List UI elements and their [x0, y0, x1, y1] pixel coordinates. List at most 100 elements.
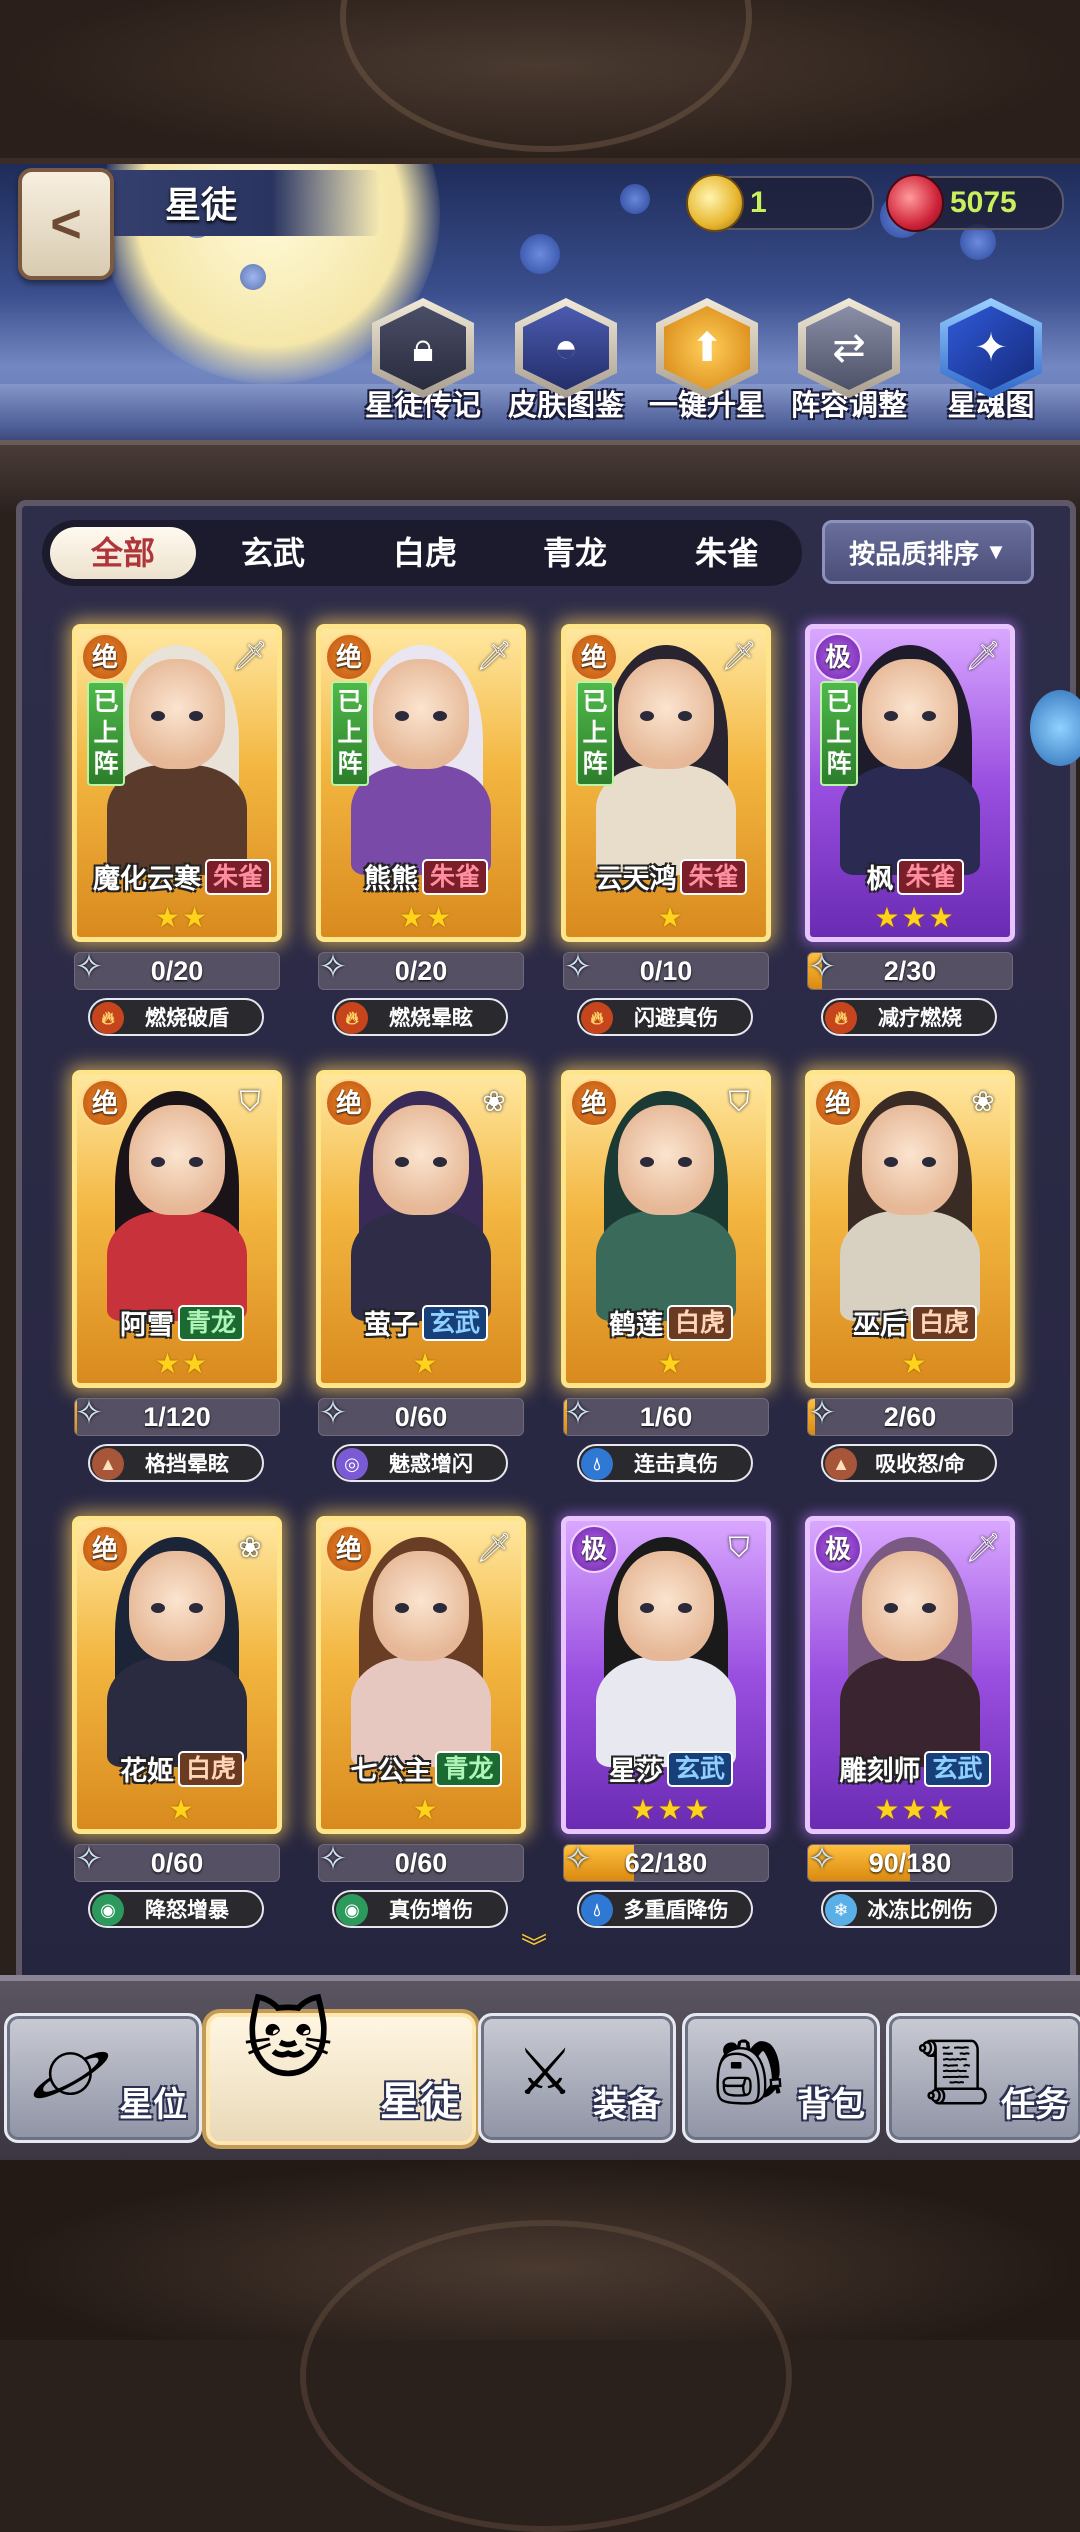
gem-value: 5075 [950, 186, 1017, 219]
hero-portrait [840, 645, 980, 875]
earth-skill-icon: ▲ [92, 1448, 124, 1480]
hero-card-frame: 极 🗡︎ 已 上 阵 枫朱雀 ★★★ [805, 624, 1015, 942]
hero-name: 七公主 [350, 1756, 432, 1786]
hero-name-row: 云天鸿 朱雀 [566, 857, 766, 896]
shard-icon: ✧ [74, 1840, 104, 1878]
star-rating: ★★★ [874, 1794, 956, 1825]
nav-star-position[interactable]: 🪐︎ 星位 [4, 2013, 202, 2143]
star-rating: ★★ [398, 902, 454, 933]
hero-card-frame: 绝 🗡︎ 已 上 阵 魔化云寒 朱雀 ★★ [72, 624, 282, 942]
skill-label: 多重盾降伤 [623, 1899, 729, 1922]
skill-pill[interactable]: ❄ 冰冻比例伤 [821, 1890, 997, 1928]
deployed-tag: 已 上 阵 [87, 681, 125, 786]
hero-name: 鹤莲 [608, 1310, 663, 1340]
skill-pill[interactable]: ◉ 降怒增暴 [88, 1890, 264, 1928]
lotus-icon: ❀ [482, 1086, 506, 1117]
star-rating: ★ [168, 1794, 196, 1825]
skill-label: 格挡晕眩 [145, 1453, 229, 1476]
skill-pill[interactable]: 🔥︎ 燃烧晕眩 [332, 998, 508, 1036]
hero-card-frame: 绝 🗡︎ 已 上 阵 云天鸿 朱雀 ★ [561, 624, 771, 942]
skill-pill[interactable]: ◎ 魅惑增闪 [332, 1444, 508, 1482]
skill-pill[interactable]: 🔥︎ 减疗燃烧 [821, 998, 997, 1036]
skill-pill[interactable]: 💧︎ 连击真伤 [577, 1444, 753, 1482]
scroll-more-icon: ︾ [521, 1932, 548, 1962]
biography-button[interactable]: 🔒︎ 星徒传记 [360, 298, 486, 424]
rank-badge: 绝 [570, 633, 618, 681]
arrow-up-icon: ⬆ [664, 306, 750, 390]
skill-label: 吸收怒/命 [875, 1453, 965, 1476]
fire-skill-icon: 🔥︎ [825, 1002, 857, 1034]
sort-dropdown[interactable]: 按品质排序 ▼ [822, 520, 1034, 584]
hero-portrait [351, 1091, 491, 1321]
rank-badge: 绝 [325, 1525, 373, 1573]
tab-xuanwu[interactable]: 玄武 [200, 527, 346, 579]
coin-counter: 1 [686, 174, 874, 232]
skill-pill[interactable]: ▲ 吸收怒/命 [821, 1444, 997, 1482]
hero-portrait [351, 645, 491, 875]
tab-all[interactable]: 全部 [50, 527, 196, 579]
hero-portrait [596, 645, 736, 875]
deployed-tag: 已 上 阵 [820, 681, 858, 786]
shard-icon: ✧ [318, 1840, 348, 1878]
hero-name-row: 花姬 白虎 [77, 1749, 277, 1788]
tab-baihu[interactable]: 白虎 [352, 527, 498, 579]
top-ornament [0, 0, 1080, 165]
hero-card-frame: 极 🗡︎ 雕刻师 玄武 ★★★ [805, 1516, 1015, 1834]
nav-equipment[interactable]: ⚔︎ 装备 [478, 2013, 676, 2143]
hero-portrait [107, 1091, 247, 1321]
skill-pill[interactable]: ▲ 格挡晕眩 [88, 1444, 264, 1482]
skill-label: 燃烧晕眩 [389, 1007, 473, 1030]
fire-skill-icon: 🔥︎ [92, 1002, 124, 1034]
skill-pill[interactable]: 🔥︎ 闪避真伤 [577, 998, 753, 1036]
hero-card-frame: 极 ⛉ 星莎 玄武 ★★★ [561, 1516, 771, 1834]
nav-tasks[interactable]: 📜︎ 任务 [886, 2013, 1080, 2143]
rank-badge: 绝 [81, 1525, 129, 1573]
hero-name-row: 雕刻师 玄武 [810, 1749, 1010, 1788]
skill-label: 冰冻比例伤 [867, 1899, 973, 1922]
back-button[interactable]: < [18, 168, 114, 280]
hero-name-row: 星莎 玄武 [566, 1749, 766, 1788]
rank-badge: 极 [814, 1525, 862, 1573]
skill-pill[interactable]: ◉ 真伤增伤 [332, 1890, 508, 1928]
skill-pill[interactable]: 🔥︎ 燃烧破盾 [88, 998, 264, 1036]
hero-name-row: 熊熊 朱雀 [321, 857, 521, 896]
lineup-adjust-button[interactable]: ⇄ 阵容调整 [786, 298, 912, 424]
nav-backpack[interactable]: 🎒︎ 背包 [682, 2013, 880, 2143]
chevron-left-icon: < [50, 194, 82, 254]
hero-name: 阿雪 [119, 1310, 174, 1340]
faction-badge: 青龙 [435, 1750, 502, 1787]
hero-name: 熊熊 [363, 864, 418, 894]
tab-qinglong[interactable]: 青龙 [502, 527, 648, 579]
skin-gallery-button[interactable]: ◓ 皮肤图鉴 [503, 298, 629, 424]
shield-icon: ⛉ [239, 1086, 261, 1117]
hero-card-frame: 绝 ⛉ 阿雪 青龙 ★★ [72, 1070, 282, 1388]
rank-badge: 绝 [570, 1079, 618, 1127]
skill-label: 降怒增暴 [145, 1899, 229, 1922]
one-click-star-up-button[interactable]: ⬆ 一键升星 [644, 298, 770, 424]
tab-zhuque[interactable]: 朱雀 [654, 527, 800, 579]
star-rating: ★★ [154, 902, 210, 933]
page-title: 星徒 [165, 184, 238, 225]
faction-badge: 玄武 [666, 1750, 733, 1787]
gem-counter: 5075 [886, 174, 1064, 232]
hero-name: 雕刻师 [839, 1756, 921, 1786]
shield-icon: ⛉ [728, 1086, 750, 1117]
star-soul-map-button[interactable]: ✦ 星魂图 [928, 298, 1054, 424]
skill-pill[interactable]: 💧︎ 多重盾降伤 [577, 1890, 753, 1928]
sword-icon: 🗡︎ [721, 640, 757, 671]
lock-icon: 🔒︎ [380, 306, 466, 390]
shard-icon: ✧ [74, 948, 104, 986]
coin-value: 1 [750, 186, 767, 219]
rank-badge: 极 [570, 1525, 618, 1573]
hero-card-frame: 绝 ❀ 花姬 白虎 ★ [72, 1516, 282, 1834]
faction-badge: 朱雀 [897, 858, 964, 895]
sort-label: 按品质排序 [849, 538, 980, 569]
nav-star-disciples[interactable]: 🐱︎ 星徒 [206, 1993, 476, 2145]
fire-skill-icon: 🔥︎ [581, 1002, 613, 1034]
water-skill-icon: 💧︎ [581, 1894, 613, 1926]
ice-skill-icon: ❄ [825, 1894, 857, 1926]
bottom-ornament [0, 2160, 1080, 2532]
shard-icon: ✧ [563, 948, 593, 986]
faction-badge: 青龙 [177, 1304, 244, 1341]
hero-card-frame: 绝 🗡︎ 已 上 阵 熊熊 朱雀 ★★ [316, 624, 526, 942]
